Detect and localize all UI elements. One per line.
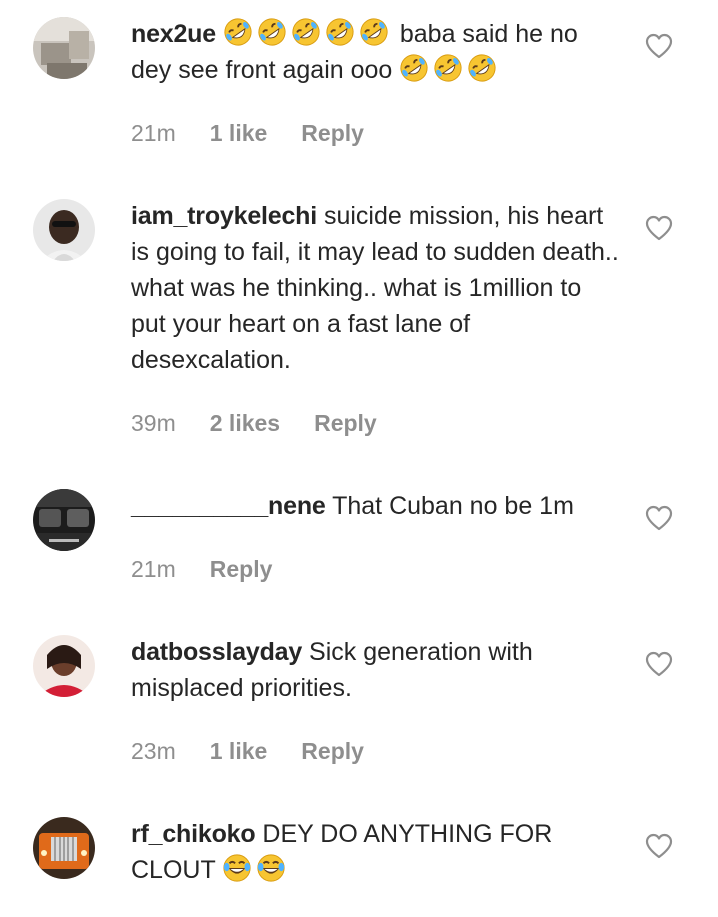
face-with-tears-of-joy-emoji-icon [256,853,286,883]
heart-outline-icon[interactable] [645,505,673,531]
comment-meta: 21m Reply [131,556,272,583]
avatar[interactable] [33,635,95,697]
avatar[interactable] [33,817,95,879]
comment-username[interactable]: rf_chikoko [131,820,256,848]
comment-body: nex2ue baba said he no dey see front aga… [131,16,621,88]
comment-meta: 21m 1 like Reply [131,120,364,147]
comment-username[interactable]: iam_troykelechi [131,202,317,230]
avatar[interactable] [33,199,95,261]
comment-body: iam_troykelechi suicide mission, his hea… [131,198,621,378]
comment-timestamp: 39m [131,410,176,436]
comment-timestamp: 21m [131,556,176,582]
rolling-on-floor-laughing-emoji-icon [399,53,429,83]
heart-outline-icon[interactable] [645,33,673,59]
comment-likes-count[interactable]: 1 like [210,738,268,765]
comment-likes-count[interactable]: 1 like [210,120,268,147]
reply-button[interactable]: Reply [314,410,377,437]
reply-button[interactable]: Reply [301,120,364,147]
comment-username[interactable]: nex2ue [131,20,216,48]
rolling-on-floor-laughing-emoji-icon [257,17,287,47]
comment-body: rf_chikoko DEY DO ANYTHING FOR CLOUT [131,816,621,888]
comment-body: datbosslayday Sick generation with mispl… [131,634,621,706]
comment-meta: 39m 2 likes Reply [131,410,377,437]
heart-outline-icon[interactable] [645,833,673,859]
face-with-tears-of-joy-emoji-icon [222,853,252,883]
heart-outline-icon[interactable] [645,215,673,241]
rolling-on-floor-laughing-emoji-icon [467,53,497,83]
rolling-on-floor-laughing-emoji-icon [433,53,463,83]
comment-meta: 23m 1 like Reply [131,738,364,765]
reply-button[interactable]: Reply [301,738,364,765]
comment-username[interactable]: datbosslayday [131,638,302,666]
comment-username[interactable]: __________nene [131,492,326,520]
comment-timestamp: 21m [131,120,176,146]
comment-text: That Cuban no be 1m [332,492,574,520]
rolling-on-floor-laughing-emoji-icon [223,17,253,47]
heart-outline-icon[interactable] [645,651,673,677]
avatar[interactable] [33,489,95,551]
avatar[interactable] [33,17,95,79]
comment-likes-count[interactable]: 2 likes [210,410,280,437]
reply-button[interactable]: Reply [210,556,273,583]
rolling-on-floor-laughing-emoji-icon [359,17,389,47]
rolling-on-floor-laughing-emoji-icon [291,17,321,47]
rolling-on-floor-laughing-emoji-icon [325,17,355,47]
comment-body: __________nene That Cuban no be 1m [131,488,621,524]
comment-timestamp: 23m [131,738,176,764]
